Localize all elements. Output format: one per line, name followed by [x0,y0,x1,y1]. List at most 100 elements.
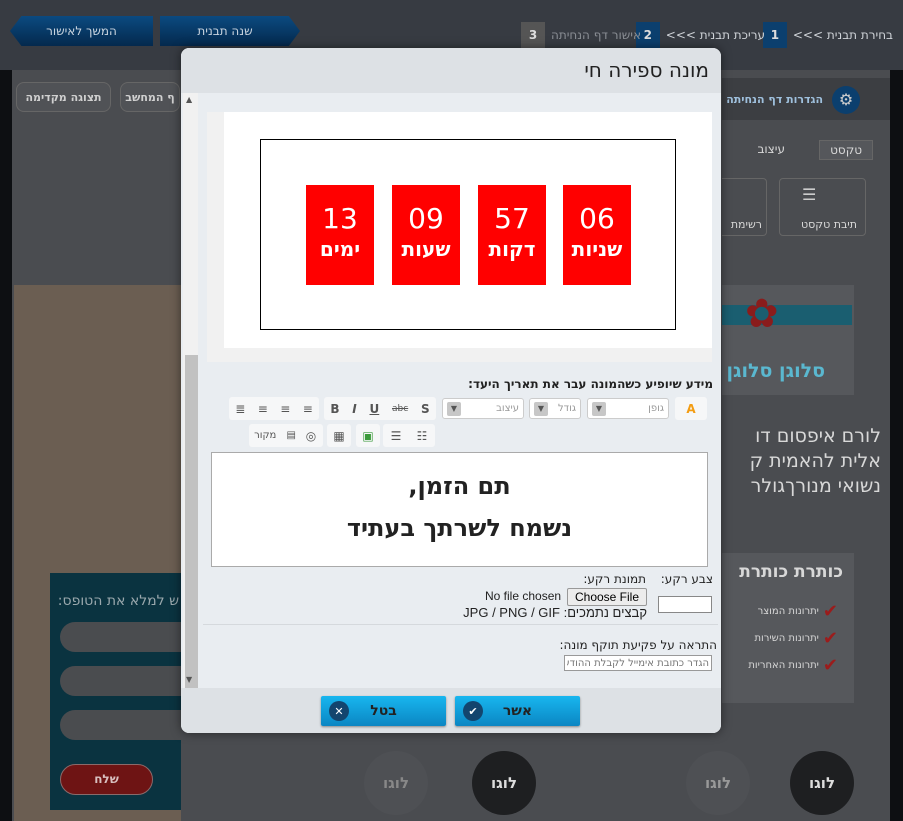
align-right-icon[interactable]: ≡ [303,402,313,416]
counter-days: 13 ימים [306,185,374,285]
benefits-list: יתרונות המוצר ✔ יתרונות השירות ✔ יתרונות ה… [730,598,838,679]
tab-text[interactable]: טקסט [819,140,873,160]
slogan-text: סלוגן סלוגן [726,360,826,382]
text-box-tool[interactable]: ☰ תיבת טקסט [779,178,866,236]
image-icon: ▣ [362,428,374,443]
choose-file-button[interactable]: Choose File [567,588,647,606]
ok-button[interactable]: ✔ אשר [455,696,580,726]
source-icon: ▤ [286,430,296,441]
counter-value: 13 [322,202,358,235]
list-tool[interactable]: רשימת [722,178,767,236]
tab-design[interactable]: עיצוב [757,142,785,156]
align-left-icon[interactable]: ≡ [258,402,268,416]
text-color-button[interactable]: A [675,397,707,420]
computer-button[interactable]: ף המחשב [120,82,180,112]
expired-label: מידע שיופיע כשהמונה עבר את תאריך היעד: [468,377,713,391]
preview-hscrollbar[interactable] [224,348,712,362]
check-icon: ✔ [463,701,483,721]
scroll-thumb[interactable] [185,355,198,715]
check-icon: ✔ [822,628,838,649]
table-button[interactable]: ▦ [327,424,351,447]
change-template-button[interactable]: שנה תבנית [160,16,300,46]
expired-message-editor[interactable]: תם הזמן, נשמח לשרתך בעתיד [211,452,708,567]
preview-button[interactable]: תצוגה מקדימה [16,82,111,112]
modal-header: מונה ספירה חי [181,48,721,93]
alert-label: התראה על פקיעת תוקף מונה: [559,638,718,652]
align-center-icon[interactable]: ≡ [280,402,290,416]
send-button[interactable]: שלח [60,764,153,795]
counter-minutes: 57 דקות [478,185,546,285]
countdown-modal: מונה ספירה חי ▲ ▼ 06 שניות 57 דקות 09 שעות … [181,48,721,733]
strike-button[interactable]: abc [392,404,408,414]
form-field[interactable] [60,710,181,740]
counter-hours: 09 שעות [392,185,460,285]
lorem-line: אלית להאמית ק [749,450,881,472]
scroll-up-icon[interactable]: ▲ [186,95,192,104]
step-3: אישור דף הנחיתה 3 [521,22,641,48]
underline-button[interactable]: U [370,402,380,416]
source-label: מקור [254,430,277,441]
size-select[interactable]: גודל ▼ [529,398,581,419]
benefit-item: יתרונות המוצר ✔ [730,598,838,625]
flower-icon: ✿ [745,291,779,337]
editor-line: נשמח לשרתך בעתיד [346,514,573,542]
logo-circle: לוגו [686,751,750,815]
cancel-button[interactable]: ✕ בטל [321,696,446,726]
modal-scrollbar[interactable]: ▲ ▼ [183,93,198,715]
step-label: אישור דף הנחיתה [551,28,641,42]
no-file-text: No file chosen [485,589,562,603]
style-select[interactable]: עיצוב ▼ [442,398,524,419]
close-icon: ✕ [329,701,349,721]
benefit-label: יתרונות האחריות [748,660,819,671]
counter-value: 57 [494,202,530,235]
counter-value: 06 [579,202,615,235]
lorem-line: נשואי מנורךגולר [750,475,881,497]
benefits-heading: כותרת כותרת [739,562,843,582]
gear-icon[interactable]: ⚙ [832,86,860,114]
dropdown-icon: ▼ [534,401,548,416]
bg-color-input[interactable] [658,596,712,613]
counter-value: 09 [408,202,444,235]
numbered-list-icon[interactable]: ☷ [417,429,428,443]
settings-link[interactable]: הגדרות דף הנחיתה [726,93,823,106]
continue-button[interactable]: המשך לאישור [10,16,153,46]
divider [203,624,718,625]
benefit-item: יתרונות השירות ✔ [730,625,838,652]
text-color-icon: A [686,401,696,416]
step-2: עריכת תבנית >>> 2 [635,22,765,48]
step-label: בחירת תבנית >>> [792,28,893,42]
step-label: עריכת תבנית >>> [665,28,765,42]
benefit-label: יתרונות המוצר [757,606,819,617]
counter-unit: שניות [571,237,623,261]
align-justify-icon[interactable]: ≣ [235,402,245,416]
counter-unit: שעות [401,237,451,261]
size-placeholder: גודל [558,403,576,414]
modal-title: מונה ספירה חי [584,58,709,82]
image-button[interactable]: ▣ [356,424,380,447]
form-field[interactable] [60,666,181,696]
logo-circle: לוגו [364,751,428,815]
shadow-button[interactable]: S [421,402,430,416]
bullet-list-icon[interactable]: ☰ [391,429,402,443]
italic-button[interactable]: I [352,402,356,416]
dropdown-icon: ▼ [592,401,606,416]
benefit-label: יתרונות השירות [754,633,819,644]
preview-scrollbar[interactable] [207,112,224,362]
lorem-line: לורם איפסום דו [755,425,881,447]
scroll-down-icon[interactable]: ▼ [186,675,192,684]
font-placeholder: גופן [648,403,664,414]
alert-email-input[interactable] [564,655,712,671]
font-select[interactable]: גופן ▼ [587,398,669,419]
step-1: בחירת תבנית >>> 1 [762,22,893,48]
find-icon[interactable]: ◎ [306,429,316,443]
list-label: רשימת [730,218,762,231]
bold-button[interactable]: B [330,402,339,416]
form-field[interactable] [60,622,181,652]
bg-color-label: צבע רקע: [660,572,713,586]
cancel-label: בטל [370,703,397,719]
source-button[interactable]: ▤ מקור [249,424,301,447]
modal-footer: ✕ בטל ✔ אשר [181,688,721,733]
slogan-ribbon [722,305,852,325]
counter-unit: ימים [319,237,361,261]
form-title: ש למלא את הטופס: [57,593,179,609]
